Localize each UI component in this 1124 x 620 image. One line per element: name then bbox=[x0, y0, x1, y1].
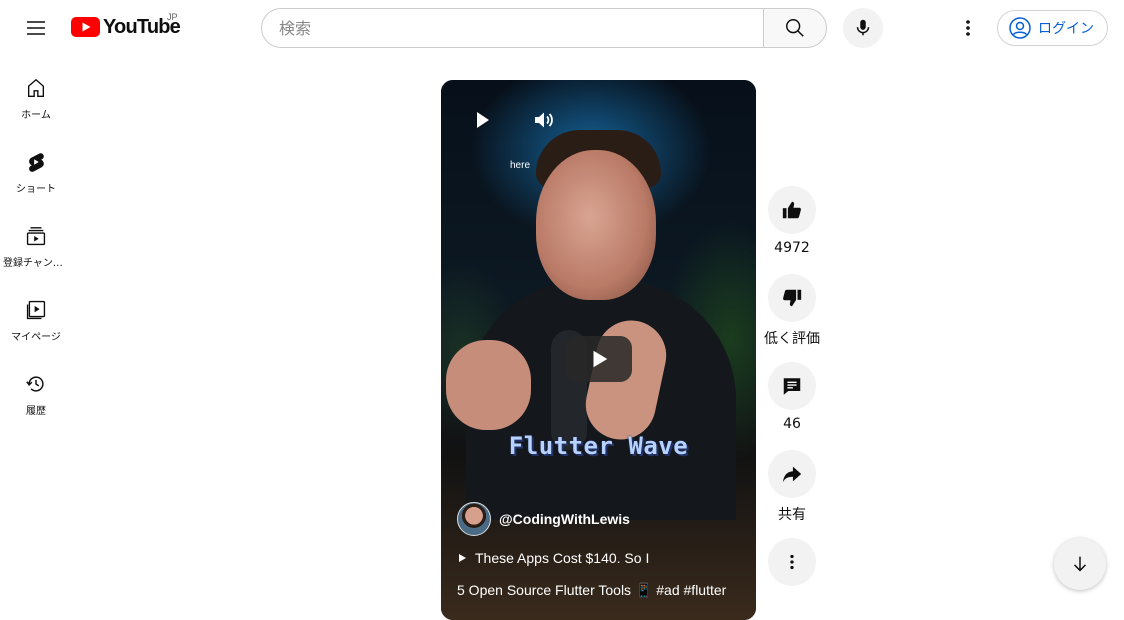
video-frame-person-face bbox=[536, 150, 656, 300]
like-action: 4972 bbox=[766, 186, 818, 260]
video-overlay-title: Flutter Wave bbox=[508, 432, 689, 460]
guide-menu-button[interactable] bbox=[16, 8, 56, 48]
search-button[interactable] bbox=[763, 8, 827, 48]
shorts-player[interactable]: here Flutter Wave @CodingWithLewis These… bbox=[441, 80, 756, 620]
thumb-up-icon bbox=[782, 201, 801, 219]
login-label: ログイン bbox=[1038, 21, 1094, 37]
share-button[interactable] bbox=[768, 450, 816, 498]
like-button[interactable] bbox=[768, 186, 816, 234]
library-icon bbox=[24, 298, 48, 322]
settings-menu-button[interactable] bbox=[948, 8, 988, 48]
shorts-actions: 4972 低く評価 46 共有 bbox=[764, 186, 820, 586]
sound-title: These Apps Cost $140. So I bbox=[475, 550, 650, 566]
more-action bbox=[766, 538, 818, 586]
history-icon bbox=[24, 372, 48, 396]
comment-count: 46 bbox=[783, 416, 801, 432]
player-mute-button[interactable] bbox=[532, 108, 556, 132]
subscriptions-icon bbox=[24, 224, 48, 248]
more-vert-icon bbox=[966, 20, 970, 36]
youtube-logo[interactable]: YouTube bbox=[71, 14, 181, 40]
video-caption: here bbox=[510, 160, 531, 171]
masthead: YouTube JP ログイン bbox=[0, 0, 1124, 56]
login-button[interactable]: ログイン bbox=[997, 10, 1108, 46]
play-icon bbox=[477, 112, 489, 128]
more-vert-icon bbox=[790, 554, 794, 570]
sidebar-item-subscriptions[interactable]: 登録チャンネル bbox=[0, 204, 72, 278]
home-icon bbox=[24, 76, 48, 100]
sidebar-item-label: ショート bbox=[16, 184, 56, 195]
sidebar-item-history[interactable]: 履歴 bbox=[0, 352, 72, 426]
sidebar-item-label: 履歴 bbox=[26, 406, 46, 417]
mini-guide: ホーム ショート 登録チャンネル マイページ 履歴 bbox=[0, 56, 72, 426]
hamburger-icon bbox=[27, 21, 45, 35]
dislike-label: 低く評価 bbox=[764, 331, 820, 347]
player-play-button[interactable] bbox=[470, 108, 494, 132]
sidebar-item-label: 登録チャンネル bbox=[3, 258, 69, 269]
sidebar-item-label: マイページ bbox=[11, 332, 61, 343]
more-actions-button[interactable] bbox=[768, 538, 816, 586]
microphone-icon bbox=[856, 19, 870, 36]
share-icon bbox=[782, 466, 802, 483]
search-input[interactable] bbox=[279, 18, 764, 38]
share-label: 共有 bbox=[778, 507, 806, 523]
comment-action: 46 bbox=[766, 362, 818, 436]
dislike-button[interactable] bbox=[768, 274, 816, 322]
shorts-icon bbox=[24, 150, 48, 174]
arrow-down-icon bbox=[1073, 556, 1087, 572]
dislike-action: 低く評価 bbox=[764, 274, 820, 348]
channel-name[interactable]: @CodingWithLewis bbox=[499, 511, 630, 527]
comment-icon bbox=[783, 378, 801, 395]
comments-button[interactable] bbox=[768, 362, 816, 410]
account-circle-icon bbox=[1009, 17, 1031, 39]
channel-avatar[interactable] bbox=[457, 502, 491, 536]
voice-search-button[interactable] bbox=[843, 8, 883, 48]
search-icon bbox=[786, 19, 804, 37]
channel-info[interactable]: @CodingWithLewis bbox=[457, 502, 630, 536]
thumb-down-icon bbox=[783, 289, 802, 307]
sidebar-item-label: ホーム bbox=[21, 110, 51, 121]
video-frame-hand-left bbox=[446, 340, 531, 430]
next-short-button[interactable] bbox=[1054, 538, 1106, 590]
like-count: 4972 bbox=[774, 240, 810, 256]
play-icon bbox=[593, 350, 608, 368]
play-small-icon bbox=[459, 554, 466, 562]
sidebar-item-shorts[interactable]: ショート bbox=[0, 130, 72, 204]
sound-attribution[interactable]: These Apps Cost $140. So I bbox=[457, 550, 649, 566]
video-description[interactable]: 5 Open Source Flutter Tools 📱 #ad #flutt… bbox=[457, 582, 726, 599]
sidebar-item-library[interactable]: マイページ bbox=[0, 278, 72, 352]
sidebar-item-home[interactable]: ホーム bbox=[0, 56, 72, 130]
youtube-play-logo-icon bbox=[71, 17, 100, 37]
search-box[interactable] bbox=[261, 8, 764, 48]
share-action: 共有 bbox=[766, 450, 818, 524]
region-code: JP bbox=[167, 12, 178, 22]
volume-icon bbox=[535, 112, 553, 128]
large-play-button[interactable] bbox=[566, 336, 632, 382]
